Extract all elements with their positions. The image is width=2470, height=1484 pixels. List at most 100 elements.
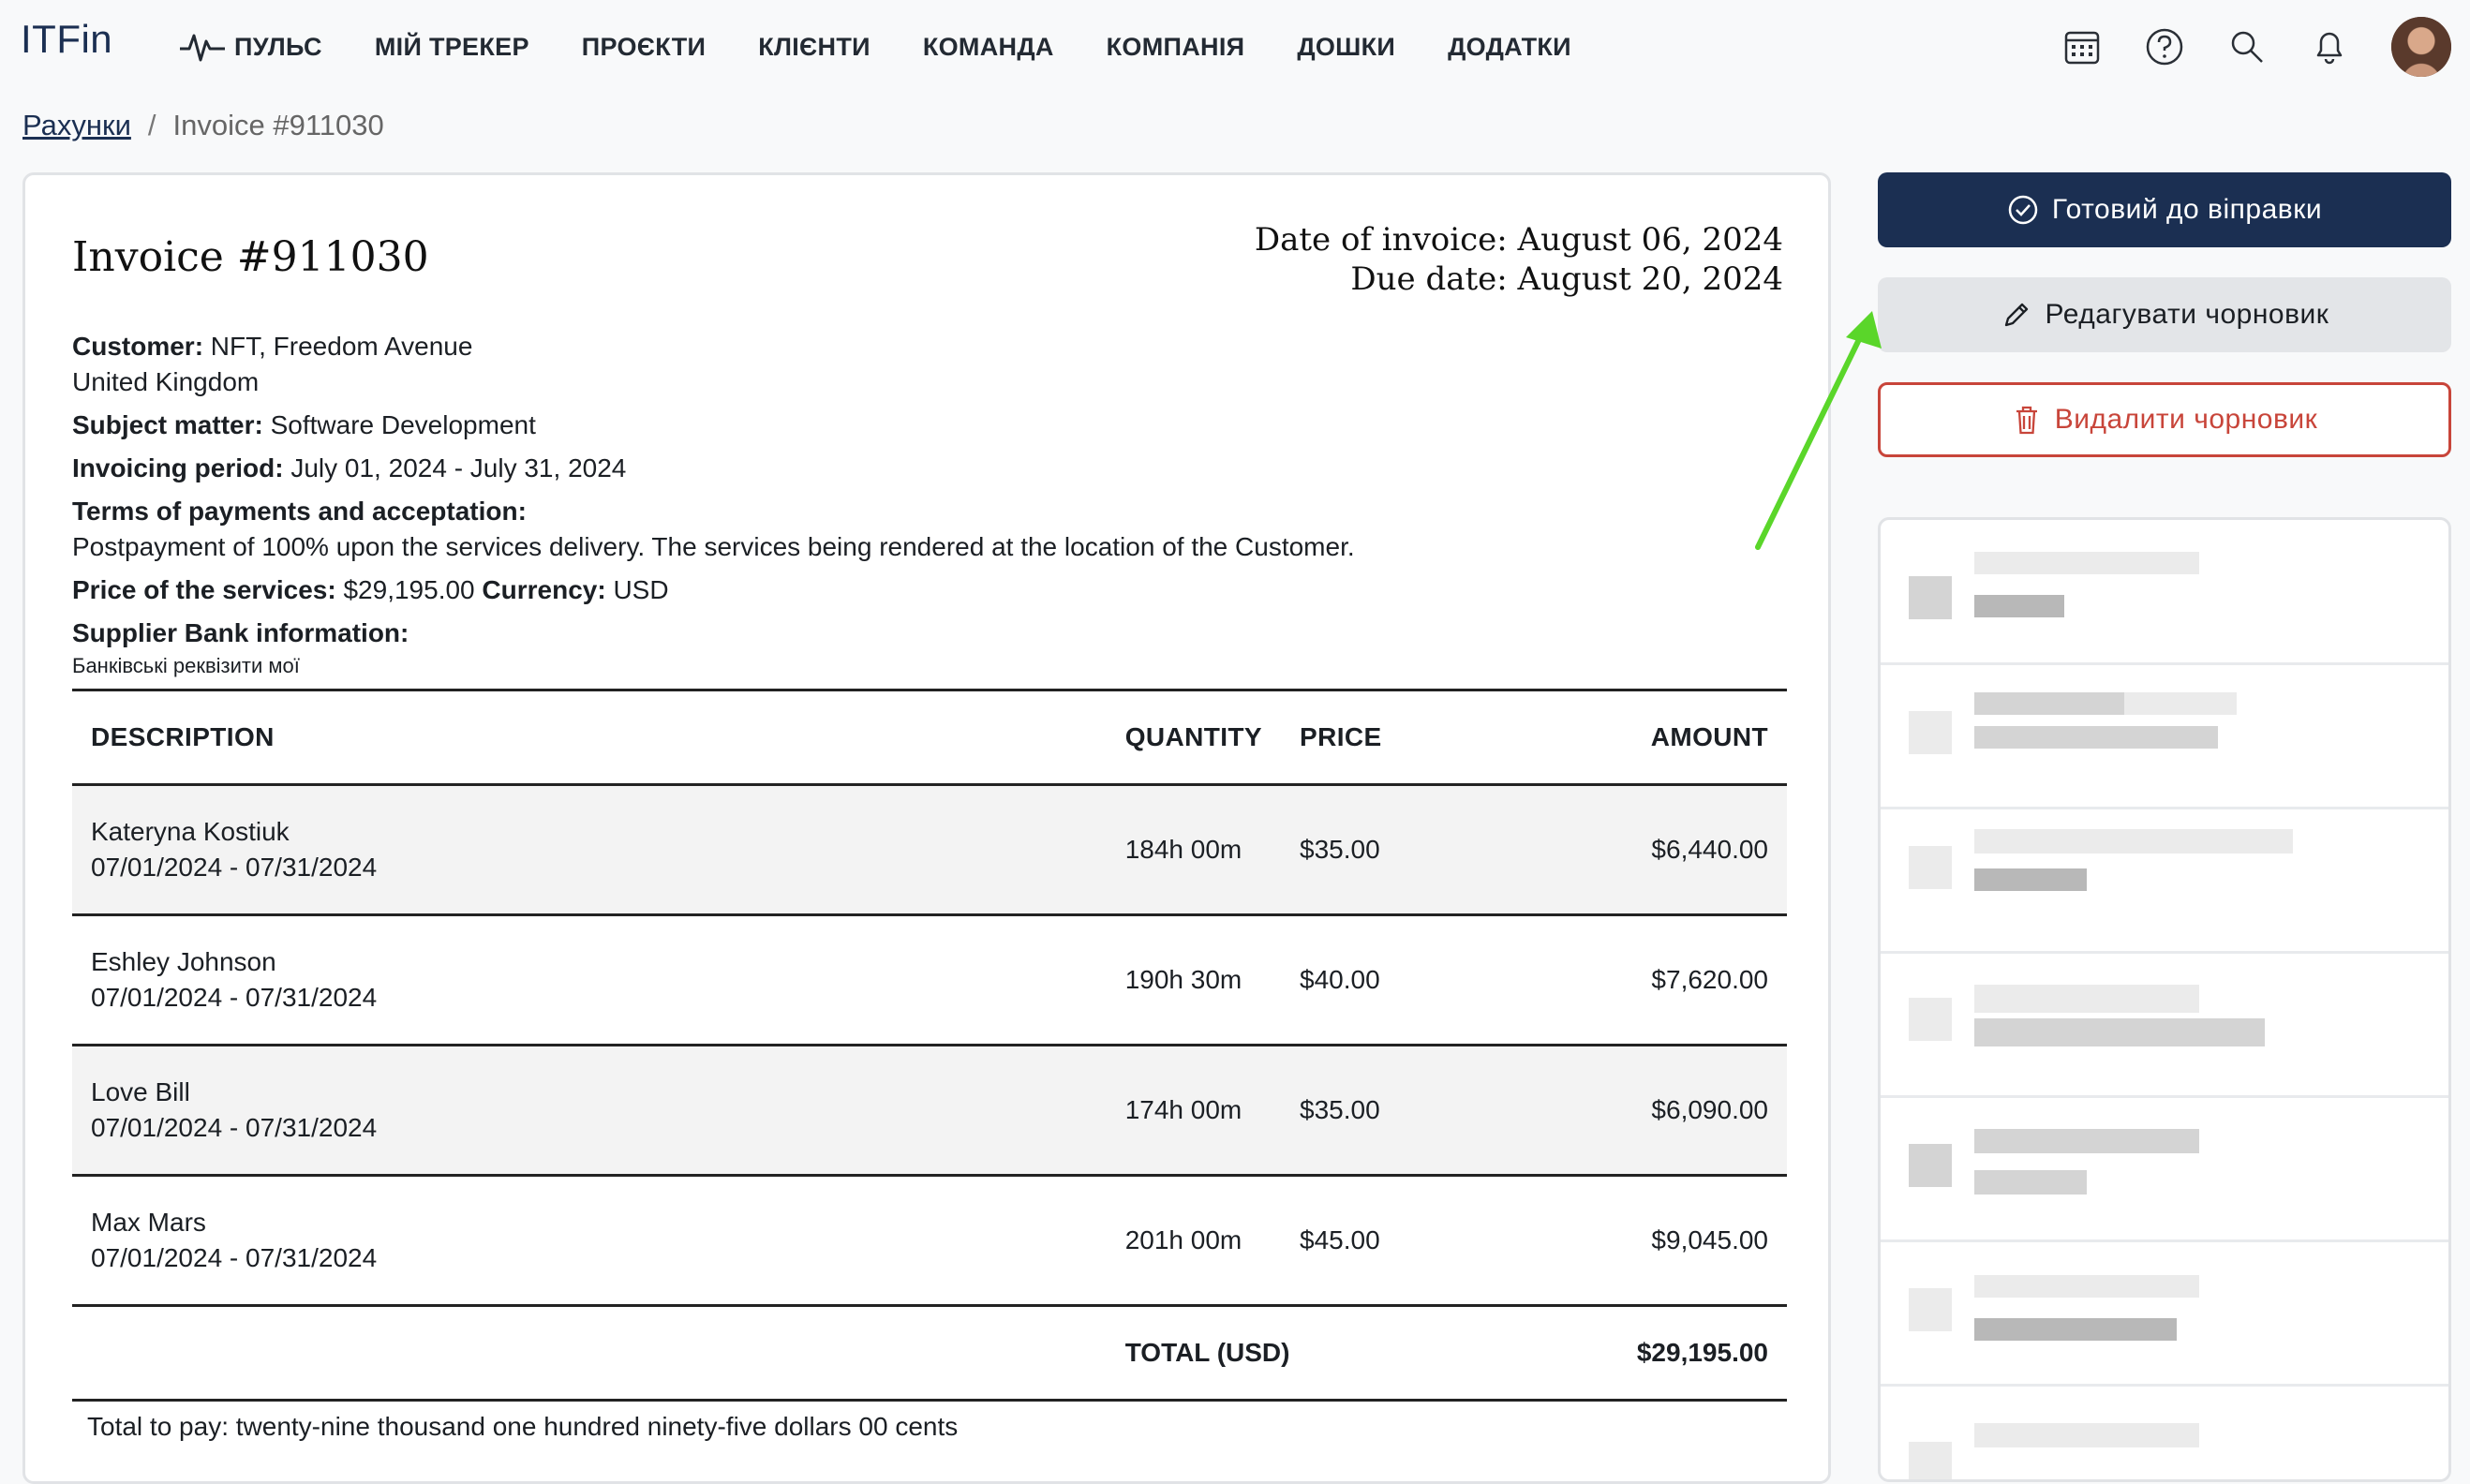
row-description: Love Bill 07/01/2024 - 07/31/2024 bbox=[72, 1045, 1107, 1177]
search-button[interactable] bbox=[2226, 26, 2268, 67]
terms-label: Terms of payments and acceptation: bbox=[72, 494, 1787, 529]
avatar-placeholder bbox=[1909, 576, 1952, 619]
nav-item-pulse[interactable]: ПУЛЬС bbox=[178, 28, 322, 66]
calendar-button[interactable] bbox=[2061, 26, 2103, 67]
delete-draft-button[interactable]: Видалити чорновик bbox=[1878, 382, 2451, 457]
nav-item-team[interactable]: КОМАНДА bbox=[923, 33, 1054, 62]
bank-label: Supplier Bank information: bbox=[72, 616, 1787, 651]
notifications-button[interactable] bbox=[2309, 26, 2350, 67]
calendar-icon bbox=[2064, 31, 2100, 65]
row-description: Kateryna Kostiuk 07/01/2024 - 07/31/2024 bbox=[72, 784, 1107, 916]
row-period: 07/01/2024 - 07/31/2024 bbox=[91, 853, 378, 882]
nav-item-boards[interactable]: ДОШКИ bbox=[1297, 33, 1395, 62]
terms-label-text: Terms of payments and acceptation: bbox=[72, 497, 527, 526]
row-description: Max Mars 07/01/2024 - 07/31/2024 bbox=[72, 1175, 1107, 1307]
period-label: Invoicing period: bbox=[72, 453, 284, 482]
row-period: 07/01/2024 - 07/31/2024 bbox=[91, 1243, 378, 1272]
row-amount: $6,090.00 bbox=[1506, 1045, 1787, 1177]
col-description: DESCRIPTION bbox=[72, 689, 1107, 786]
breadcrumb: Рахунки / Invoice #911030 bbox=[22, 109, 384, 142]
currency-value: USD bbox=[613, 575, 669, 604]
price-line: Price of the services: $29,195.00 Curren… bbox=[72, 572, 1787, 608]
text-placeholder bbox=[1974, 985, 2199, 1013]
bank-value: Банківські реквізити мої bbox=[72, 654, 300, 677]
app-logo[interactable]: ITFin bbox=[21, 17, 112, 62]
nav-item-my-tracker[interactable]: МІЙ ТРЕКЕР bbox=[375, 33, 529, 62]
row-quantity: 184h 00m bbox=[1106, 784, 1281, 916]
price-label: Price of the services: bbox=[72, 575, 336, 604]
ready-to-send-label: Готовий до віправки bbox=[2051, 194, 2323, 225]
invoice-table: DESCRIPTION QUANTITY PRICE AMOUNT Katery… bbox=[72, 689, 1787, 1402]
period-line: Invoicing period: July 01, 2024 - July 3… bbox=[72, 451, 1787, 486]
row-price: $40.00 bbox=[1281, 914, 1506, 1046]
edit-draft-button[interactable]: Редагувати чорновик bbox=[1878, 277, 2451, 352]
list-item bbox=[1881, 664, 2448, 809]
text-placeholder bbox=[1974, 1018, 2265, 1046]
subject-value: Software Development bbox=[270, 410, 536, 439]
search-icon bbox=[2231, 31, 2263, 63]
total-row: TOTAL (USD) $29,195.00 bbox=[72, 1305, 1787, 1402]
pulse-icon bbox=[180, 34, 225, 62]
invoice-title: Invoice #911030 bbox=[72, 233, 429, 281]
text-placeholder bbox=[1974, 1318, 2177, 1341]
row-period: 07/01/2024 - 07/31/2024 bbox=[91, 983, 378, 1012]
text-placeholder bbox=[1974, 1170, 2087, 1195]
text-placeholder bbox=[1974, 552, 2199, 574]
avatar-placeholder bbox=[1909, 1442, 1952, 1479]
col-quantity: QUANTITY bbox=[1106, 689, 1281, 786]
row-name: Max Mars bbox=[91, 1208, 206, 1237]
avatar-placeholder bbox=[1909, 1288, 1952, 1331]
row-amount: $6,440.00 bbox=[1506, 784, 1787, 916]
row-amount: $7,620.00 bbox=[1506, 914, 1787, 1046]
user-avatar[interactable] bbox=[2391, 17, 2451, 77]
total-to-pay-text: Total to pay: twenty-nine thousand one h… bbox=[87, 1412, 959, 1441]
help-button[interactable] bbox=[2144, 26, 2185, 67]
avatar-placeholder bbox=[1909, 846, 1952, 889]
edit-draft-label: Редагувати чорновик bbox=[2045, 299, 2329, 330]
row-name: Love Bill bbox=[91, 1077, 190, 1106]
nav-item-label: ПУЛЬС bbox=[234, 32, 322, 61]
total-spacer bbox=[72, 1305, 1107, 1402]
text-placeholder bbox=[2124, 692, 2237, 715]
breadcrumb-separator: / bbox=[147, 109, 156, 141]
period-value: July 01, 2024 - July 31, 2024 bbox=[290, 453, 627, 482]
avatar-placeholder bbox=[1909, 711, 1952, 754]
list-item bbox=[1881, 1241, 2448, 1387]
customer-value: NFT, Freedom Avenue bbox=[210, 332, 473, 361]
text-placeholder bbox=[1974, 1275, 2199, 1298]
nav-item-company[interactable]: КОМПАНІЯ bbox=[1107, 33, 1245, 62]
row-amount: $9,045.00 bbox=[1506, 1175, 1787, 1307]
table-header-row: DESCRIPTION QUANTITY PRICE AMOUNT bbox=[72, 689, 1787, 786]
row-price: $35.00 bbox=[1281, 784, 1506, 916]
text-placeholder bbox=[1974, 868, 2087, 891]
col-amount: AMOUNT bbox=[1506, 689, 1787, 786]
row-name: Eshley Johnson bbox=[91, 947, 276, 976]
green-arrow-annotation bbox=[1755, 311, 1882, 550]
subject-line: Subject matter: Software Development bbox=[72, 408, 1787, 443]
text-placeholder bbox=[1974, 692, 2124, 715]
bell-icon bbox=[2316, 32, 2343, 65]
check-circle-icon bbox=[2008, 195, 2038, 225]
text-placeholder bbox=[1974, 595, 2064, 617]
customer-line: Customer: NFT, Freedom Avenue bbox=[72, 329, 1787, 364]
customer-country: United Kingdom bbox=[72, 367, 260, 396]
nav-item-projects[interactable]: ПРОЄКТИ bbox=[582, 33, 706, 62]
row-period: 07/01/2024 - 07/31/2024 bbox=[91, 1113, 378, 1142]
main-nav: ПУЛЬС МІЙ ТРЕКЕР ПРОЄКТИ КЛІЄНТИ КОМАНДА… bbox=[178, 28, 1624, 66]
row-description: Eshley Johnson 07/01/2024 - 07/31/2024 bbox=[72, 914, 1107, 1046]
total-label: TOTAL (USD) bbox=[1106, 1305, 1506, 1402]
currency-label: Currency: bbox=[482, 575, 606, 604]
row-quantity: 201h 00m bbox=[1106, 1175, 1281, 1307]
nav-item-clients[interactable]: КЛІЄНТИ bbox=[758, 33, 870, 62]
nav-item-addons[interactable]: ДОДАТКИ bbox=[1448, 33, 1571, 62]
bank-label-text: Supplier Bank information: bbox=[72, 618, 409, 647]
table-row: Kateryna Kostiuk 07/01/2024 - 07/31/2024 … bbox=[72, 784, 1787, 916]
total-value: $29,195.00 bbox=[1506, 1305, 1787, 1402]
list-item bbox=[1881, 520, 2448, 665]
text-placeholder bbox=[1974, 1423, 2199, 1447]
activity-history-panel bbox=[1878, 517, 2451, 1482]
table-row: Eshley Johnson 07/01/2024 - 07/31/2024 19… bbox=[72, 914, 1787, 1046]
price-value: $29,195.00 bbox=[343, 575, 475, 604]
breadcrumb-invoices-link[interactable]: Рахунки bbox=[22, 109, 131, 142]
ready-to-send-button[interactable]: Готовий до віправки bbox=[1878, 172, 2451, 247]
